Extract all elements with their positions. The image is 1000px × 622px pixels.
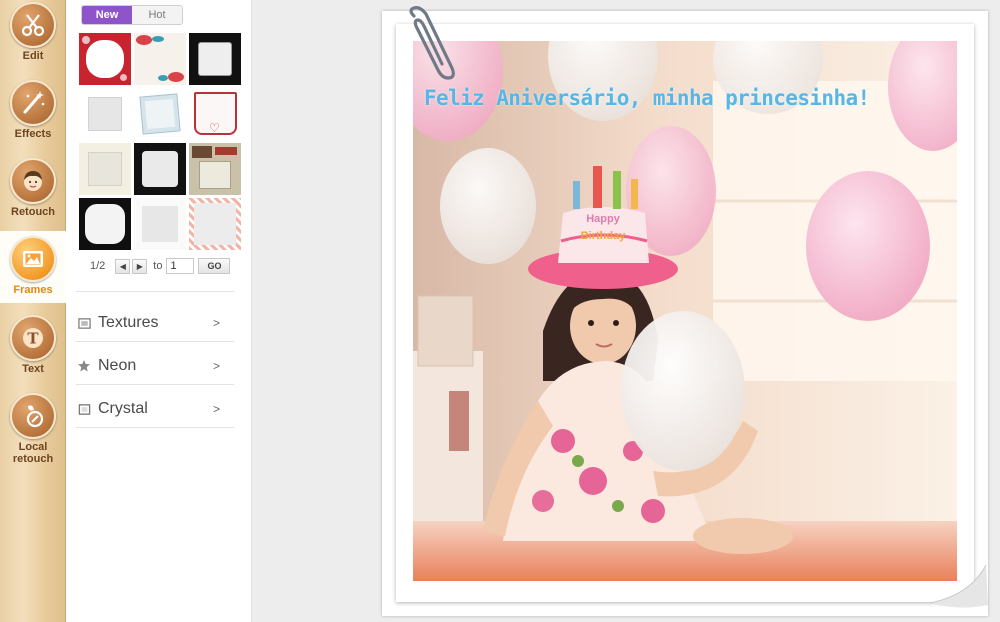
frames-panel: New Hot ♡ 1/2 ◀ ▶ to 1 GO Textures > Neo… [66, 0, 252, 622]
hat-text-happy: Happy [586, 213, 621, 225]
neon-star-icon [77, 359, 91, 373]
chevron-right-icon: > [212, 316, 220, 330]
frame-thumb-light-gray[interactable] [134, 198, 186, 250]
texture-icon [77, 316, 91, 330]
frame-thumb-flower-corners[interactable] [134, 33, 186, 85]
page-indicator: 1/2 [90, 260, 106, 272]
divider [76, 291, 234, 292]
chevron-right-icon: > [212, 402, 220, 416]
next-page-button[interactable]: ▶ [132, 258, 148, 274]
tool-edit[interactable]: Edit [0, 0, 66, 76]
divider [76, 427, 234, 428]
chevron-right-icon: > [212, 359, 220, 373]
frame-thumb-heart-tag[interactable]: ♡ [189, 88, 241, 140]
tool-text[interactable]: T Text [0, 313, 66, 389]
frame-thumb-vintage-collage[interactable] [189, 143, 241, 195]
triangle-right-icon: ▶ [136, 261, 143, 271]
category-neon-label: Neon [98, 357, 137, 374]
birthday-photo-image: Happy Birthday [413, 41, 957, 581]
scissors-icon [10, 2, 56, 48]
frame-pager: 1/2 ◀ ▶ to GO [90, 257, 231, 275]
frame-thumb-black-wavy[interactable] [79, 198, 131, 250]
text-t-icon: T [10, 315, 56, 361]
frame-thumb-black-square[interactable] [189, 33, 241, 85]
page-number-input[interactable] [166, 258, 195, 274]
frame-thumb-tilted-polaroid[interactable] [134, 88, 186, 140]
tab-hot[interactable]: Hot [132, 6, 182, 24]
new-hot-toggle: New Hot [81, 5, 183, 25]
divider [76, 341, 234, 342]
category-crystal-label: Crystal [98, 400, 148, 417]
crystal-square-icon [77, 402, 91, 416]
frame-thumb-cream[interactable] [79, 143, 131, 195]
magic-wand-icon [10, 80, 56, 126]
category-neon[interactable]: Neon > [72, 345, 230, 387]
frame-thumb-red-floral[interactable] [79, 33, 131, 85]
prev-page-button[interactable]: ◀ [115, 258, 131, 274]
hat-text-birthday: Birthday [581, 230, 627, 242]
tool-effects-label: Effects [14, 128, 52, 140]
triangle-left-icon: ◀ [119, 261, 126, 271]
tool-retouch-label: Retouch [11, 206, 55, 218]
tool-edit-label: Edit [22, 50, 44, 62]
picture-frame-icon [10, 236, 56, 282]
page-curl-icon [930, 565, 988, 608]
divider [76, 384, 234, 385]
tool-rail: Edit Effects Retouch Frames T Text Local… [0, 0, 66, 622]
birthday-photo[interactable]: Happy Birthday [413, 41, 957, 581]
category-crystal[interactable]: Crystal > [72, 388, 230, 430]
photo-caption[interactable]: Feliz Aniversário, minha princesinha! [424, 86, 870, 110]
to-label: to [153, 260, 163, 272]
tool-frames[interactable]: Frames [0, 231, 66, 303]
tab-new[interactable]: New [82, 6, 132, 24]
tool-retouch[interactable]: Retouch [0, 156, 66, 232]
tool-local-retouch[interactable]: Local retouch [0, 391, 66, 471]
tool-effects[interactable]: Effects [0, 78, 66, 154]
svg-text:T: T [27, 330, 39, 348]
category-textures[interactable]: Textures > [72, 302, 230, 344]
tool-frames-label: Frames [13, 284, 53, 296]
tool-text-label: Text [22, 363, 44, 375]
paper-clip-icon [409, 6, 455, 80]
face-icon [10, 158, 56, 204]
frame-thumb-black-rounded[interactable] [134, 143, 186, 195]
category-textures-label: Textures [98, 314, 159, 331]
frame-thumb-pink-stripes[interactable] [189, 198, 241, 250]
frame-thumb-white-plain[interactable] [79, 88, 131, 140]
tool-local-retouch-label: Local retouch [12, 441, 54, 465]
local-brush-icon [10, 393, 56, 439]
go-button[interactable]: GO [198, 258, 231, 274]
